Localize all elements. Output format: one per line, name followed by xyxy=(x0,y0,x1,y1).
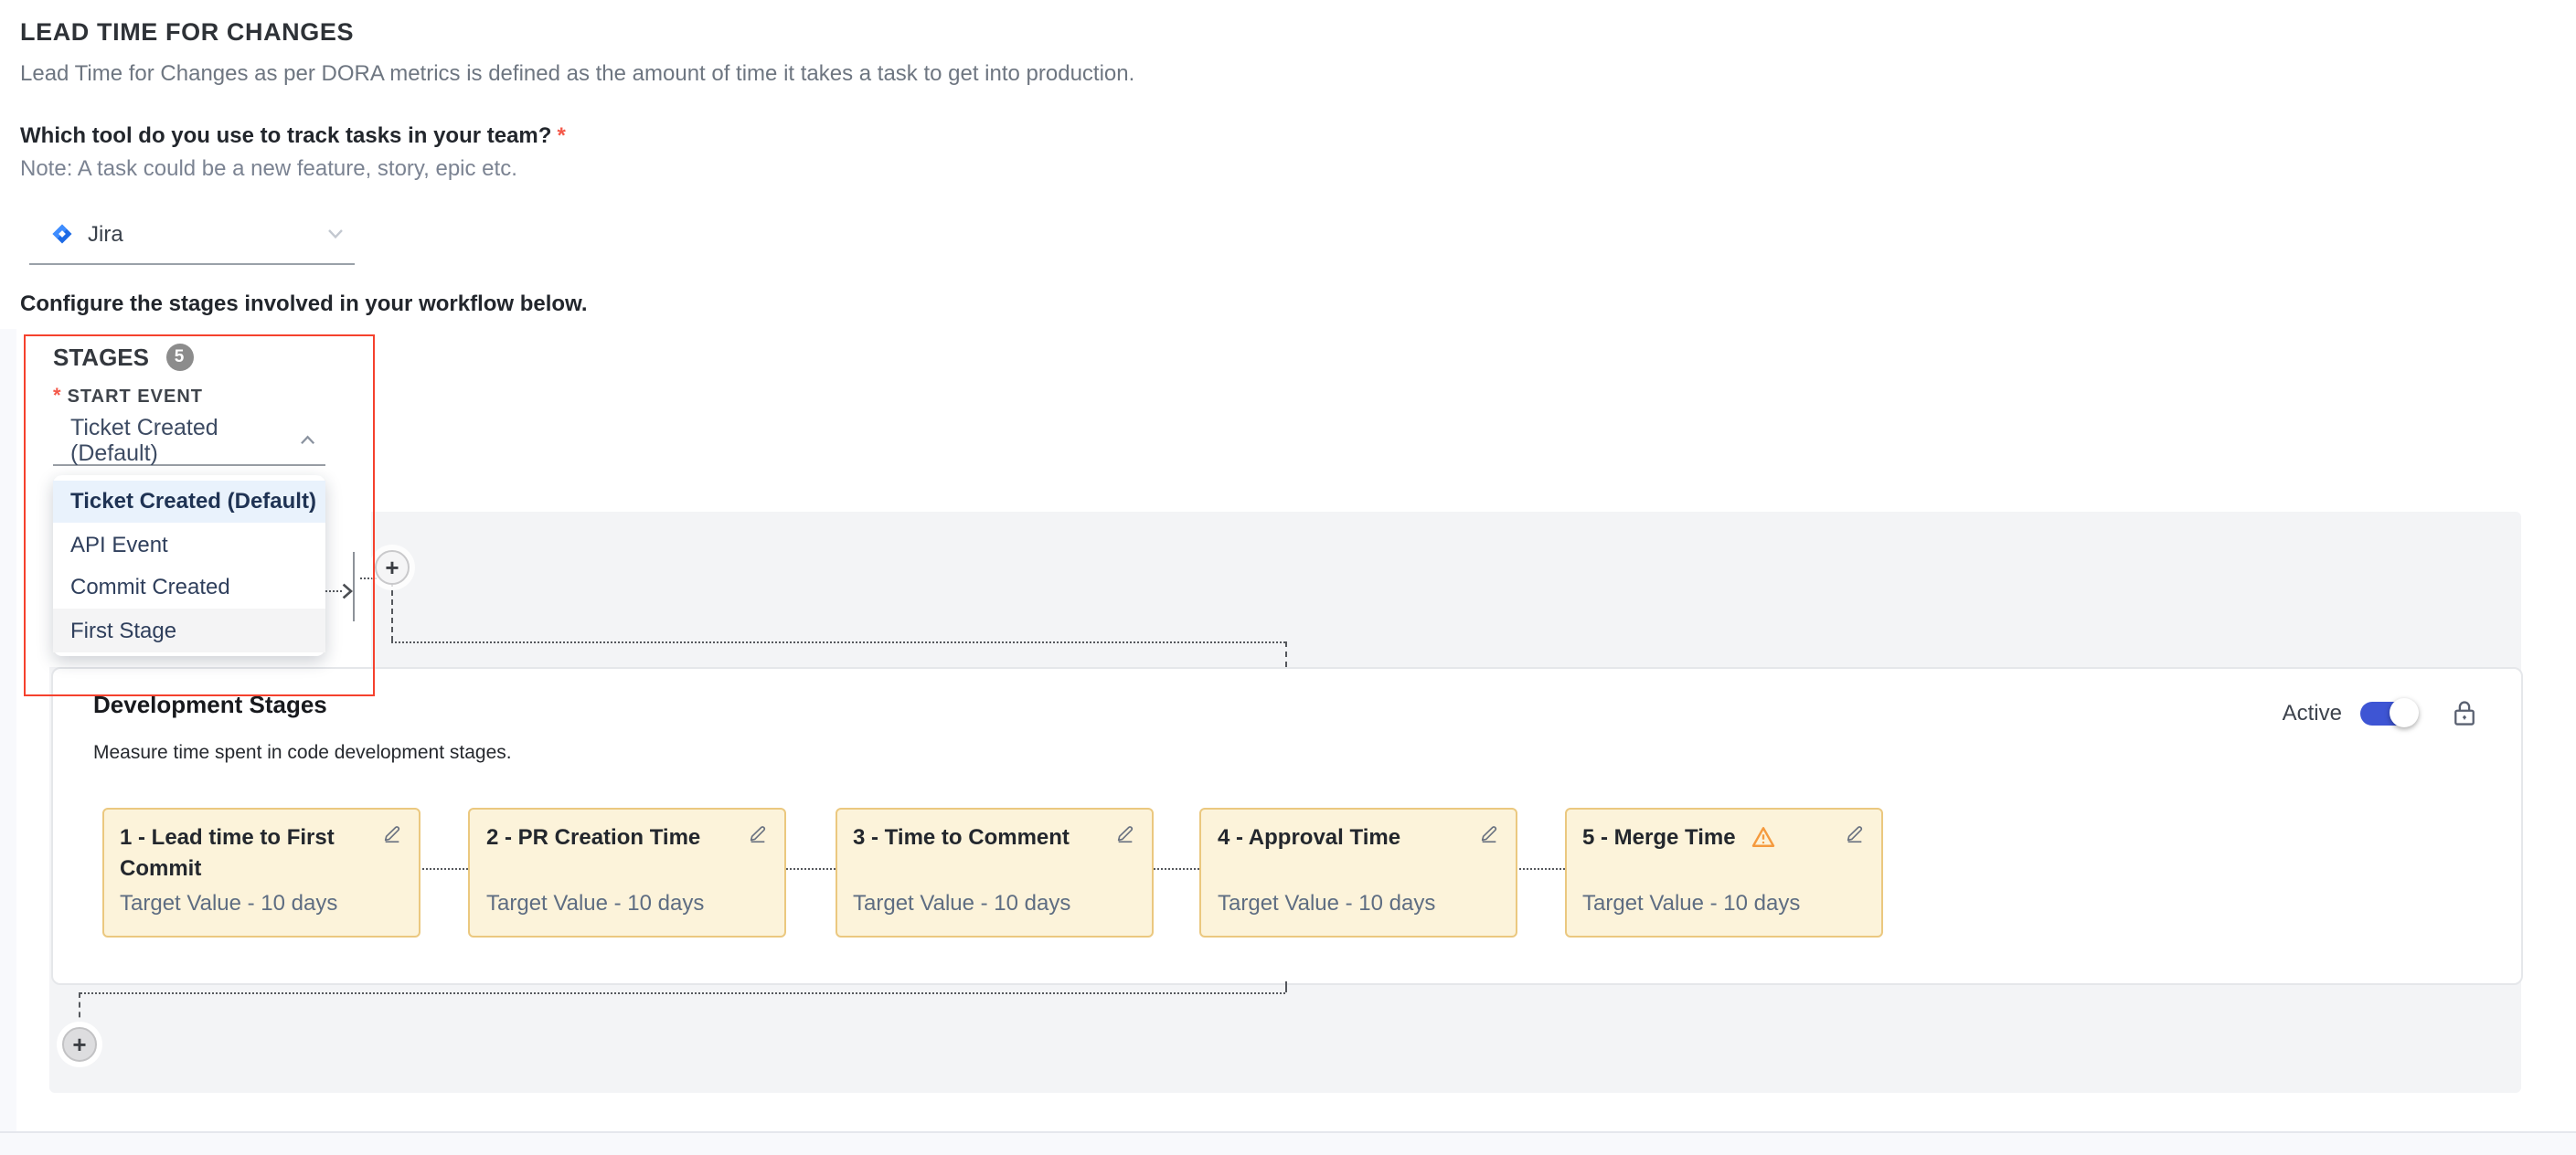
page-title: LEAD TIME FOR CHANGES xyxy=(20,18,354,46)
stage-card-target: Target Value - 10 days xyxy=(120,890,337,916)
connector-bar xyxy=(353,552,355,621)
add-stage-button-bottom[interactable]: + xyxy=(62,1027,97,1062)
stage-connector xyxy=(782,868,835,870)
active-toggle[interactable] xyxy=(2360,701,2415,725)
lead-time-config-page: LEAD TIME FOR CHANGES Lead Time for Chan… xyxy=(0,0,2576,1155)
connector-arrow-line xyxy=(325,590,342,592)
connector-horizontal-bottom xyxy=(78,992,1285,994)
stage-card-title: 5 - Merge Time xyxy=(1582,822,1833,854)
chevron-down-icon xyxy=(327,228,344,238)
start-event-dropdown: Ticket Created (Default) API Event Commi… xyxy=(53,475,325,656)
connector-drop-to-panel xyxy=(1285,641,1287,667)
stage-card-5[interactable]: 5 - Merge Time Target Value - 10 days xyxy=(1564,808,1882,938)
edit-icon[interactable] xyxy=(1479,824,1499,844)
stage-connector xyxy=(1514,868,1564,870)
tool-select[interactable]: Jira xyxy=(29,203,355,265)
add-stage-button-top[interactable]: + xyxy=(375,549,410,584)
stages-count-badge: 5 xyxy=(165,344,193,371)
stage-card-title: 4 - Approval Time xyxy=(1218,822,1468,854)
toggle-knob xyxy=(2390,698,2419,727)
plus-icon: + xyxy=(385,555,399,578)
stage-card-title: 1 - Lead time to First Commit xyxy=(120,822,370,886)
dropdown-option-first-stage[interactable]: First Stage xyxy=(53,609,325,652)
connector-vertical-top xyxy=(390,581,392,641)
tool-select-value: Jira xyxy=(88,220,123,246)
plus-icon: + xyxy=(72,1033,86,1056)
start-event-select[interactable]: Ticket Created (Default) xyxy=(53,417,325,466)
start-event-label: * START EVENT xyxy=(53,386,203,408)
stage-connector xyxy=(1149,868,1199,870)
stage-card-target: Target Value - 10 days xyxy=(486,890,704,916)
stage-card-title: 3 - Time to Comment xyxy=(853,822,1103,854)
required-marker: * xyxy=(53,386,62,408)
connector-vertical-bottom xyxy=(78,992,80,1027)
panel-title: Development Stages xyxy=(93,691,327,718)
dropdown-option-commit-created[interactable]: Commit Created xyxy=(53,566,325,609)
tool-question: Which tool do you use to track tasks in … xyxy=(20,122,566,148)
stage-card-title: 2 - PR Creation Time xyxy=(486,822,737,854)
start-event-label-text: START EVENT xyxy=(68,387,203,408)
stage-card-target: Target Value - 10 days xyxy=(1582,890,1800,916)
dropdown-option-ticket-created[interactable]: Ticket Created (Default) xyxy=(53,480,325,523)
active-status-label: Active xyxy=(2283,700,2342,726)
dropdown-option-api-event[interactable]: API Event xyxy=(53,523,325,566)
required-marker: * xyxy=(557,122,565,148)
start-event-select-value: Ticket Created (Default) xyxy=(70,415,301,466)
stage-connector xyxy=(416,868,468,870)
tool-question-text: Which tool do you use to track tasks in … xyxy=(20,122,551,148)
edit-icon[interactable] xyxy=(1114,824,1134,844)
stage-card-3[interactable]: 3 - Time to Comment Target Value - 10 da… xyxy=(835,808,1153,938)
tool-note: Note: A task could be a new feature, sto… xyxy=(20,155,517,181)
page-bottom-band xyxy=(0,1131,2576,1155)
edit-icon[interactable] xyxy=(748,824,768,844)
connector-arrow-head-icon xyxy=(341,583,352,599)
jira-icon xyxy=(51,222,73,244)
configure-instruction: Configure the stages involved in your wo… xyxy=(20,291,588,316)
stage-card-target: Target Value - 10 days xyxy=(853,890,1070,916)
stages-heading-text: STAGES xyxy=(53,344,149,371)
lock-icon[interactable] xyxy=(2452,698,2477,727)
stage-card-1[interactable]: 1 - Lead time to First Commit Target Val… xyxy=(101,808,420,938)
connector-horizontal-top xyxy=(390,641,1285,643)
warning-icon xyxy=(1751,826,1774,848)
page-left-gutter xyxy=(0,329,16,1131)
stages-heading: STAGES 5 xyxy=(53,344,193,371)
page-description: Lead Time for Changes as per DORA metric… xyxy=(20,60,1134,86)
stage-card-4[interactable]: 4 - Approval Time Target Value - 10 days xyxy=(1199,808,1517,938)
panel-subtitle: Measure time spent in code development s… xyxy=(93,742,512,764)
connector-dot-segment xyxy=(360,578,377,579)
stage-card-target: Target Value - 10 days xyxy=(1218,890,1435,916)
connector-drop-from-panel xyxy=(1285,981,1287,992)
panel-status-group: Active xyxy=(2283,698,2477,727)
edit-icon[interactable] xyxy=(381,824,401,844)
stage-card-title-text: 5 - Merge Time xyxy=(1582,824,1736,850)
stage-card-2[interactable]: 2 - PR Creation Time Target Value - 10 d… xyxy=(468,808,786,938)
chevron-up-icon xyxy=(301,435,316,446)
edit-icon[interactable] xyxy=(1844,824,1864,844)
